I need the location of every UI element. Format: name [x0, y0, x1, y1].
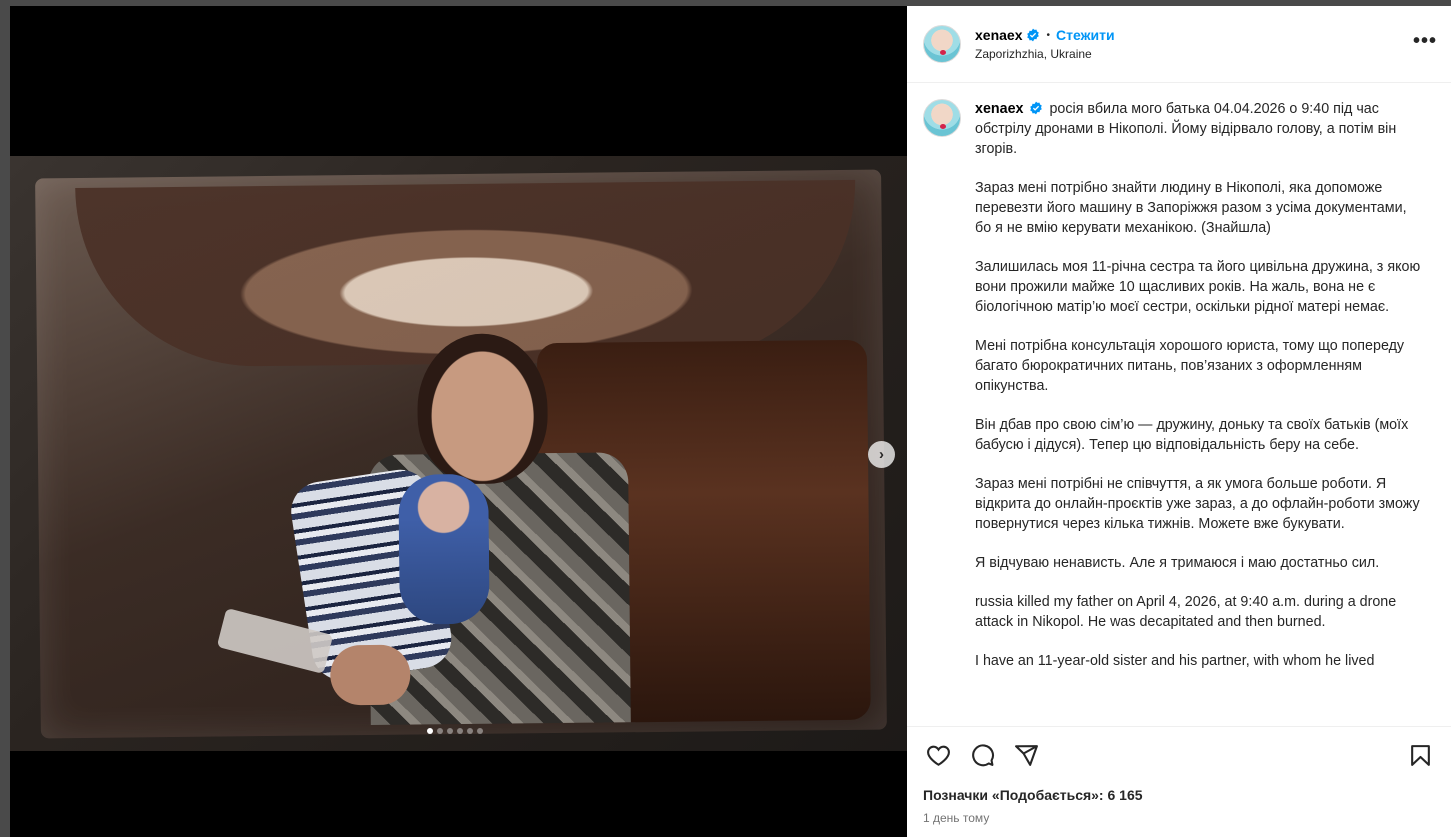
post-date[interactable]: 1 день тому: [907, 807, 1451, 837]
carousel-dot: [476, 728, 483, 734]
photo-man-face: [416, 333, 549, 485]
comment-icon: [971, 743, 994, 766]
comment-button[interactable]: [965, 738, 999, 772]
caption-avatar[interactable]: [923, 99, 961, 137]
post-header: xenaex • Стежити Zaporizhzhia, Ukraine •…: [907, 6, 1451, 83]
carousel-dot: [446, 728, 453, 734]
page-backdrop: › xenaex • Стежити Zaporizhzhia, Ukraine…: [0, 0, 1451, 837]
photo-hand: [329, 644, 411, 706]
post-media: ›: [10, 6, 907, 837]
caption-paragraph: Зараз мені потрібно знайти людину в Ніко…: [975, 180, 1407, 236]
heart-icon: [926, 745, 950, 766]
caption-username[interactable]: xenaex: [975, 101, 1024, 117]
photo-print: [35, 169, 887, 739]
verified-badge-icon: [1030, 101, 1043, 115]
caption-paragraph: I have an 11-year-old sister and his par…: [975, 653, 1375, 669]
caption-paragraph: Зараз мені потрібні не співчуття, а як у…: [975, 476, 1420, 532]
carousel-dot: [436, 728, 443, 734]
likes-count[interactable]: Позначки «Подобається»: 6 165: [907, 783, 1451, 807]
caption-paragraph: Мені потрібна консультація хорошого юрис…: [975, 338, 1405, 394]
caption-paragraph: Залишилась моя 11-річна сестра та його ц…: [975, 259, 1421, 315]
caption-paragraph: Я відчуваю ненависть. Але я тримаюся і м…: [975, 555, 1380, 571]
carousel-next-button[interactable]: ›: [868, 441, 895, 468]
action-bar: [907, 726, 1451, 783]
caption-paragraph: russia killed my father on April 4, 2026…: [975, 594, 1397, 630]
post-side-panel: xenaex • Стежити Zaporizhzhia, Ukraine •…: [907, 6, 1451, 837]
follow-button[interactable]: Стежити: [1056, 27, 1115, 43]
like-button[interactable]: [921, 738, 955, 772]
post-dialog: › xenaex • Стежити Zaporizhzhia, Ukraine…: [10, 6, 1451, 837]
caption-paragraph: Він дбав про свою сім’ю — дружину, доньк…: [975, 417, 1409, 453]
bookmark-icon: [1410, 744, 1430, 766]
username-link[interactable]: xenaex: [975, 27, 1022, 43]
verified-badge-icon: [1027, 28, 1040, 42]
post-caption: xenaex росія вбила мого батька 04.04.202…: [923, 99, 1435, 690]
post-photo: [10, 156, 907, 751]
share-button[interactable]: [1009, 738, 1043, 772]
more-options-button[interactable]: •••: [1413, 31, 1437, 51]
save-button[interactable]: [1403, 738, 1437, 772]
carousel-dot: [456, 728, 463, 734]
location-link[interactable]: Zaporizhzhia, Ukraine: [975, 47, 1115, 61]
carousel-dot: [466, 728, 473, 734]
carousel-dots: [10, 728, 907, 734]
photo-child: [398, 473, 490, 625]
comments-area[interactable]: xenaex росія вбила мого батька 04.04.202…: [907, 83, 1451, 726]
separator-dot: •: [1046, 29, 1050, 41]
share-icon: [1014, 744, 1038, 766]
chevron-right-icon: ›: [879, 446, 884, 463]
avatar[interactable]: [923, 25, 961, 63]
caption-paragraph: xenaex росія вбила мого батька 04.04.202…: [975, 99, 1425, 159]
caption-text: xenaex росія вбила мого батька 04.04.202…: [975, 99, 1425, 690]
carousel-dot: [426, 728, 433, 734]
